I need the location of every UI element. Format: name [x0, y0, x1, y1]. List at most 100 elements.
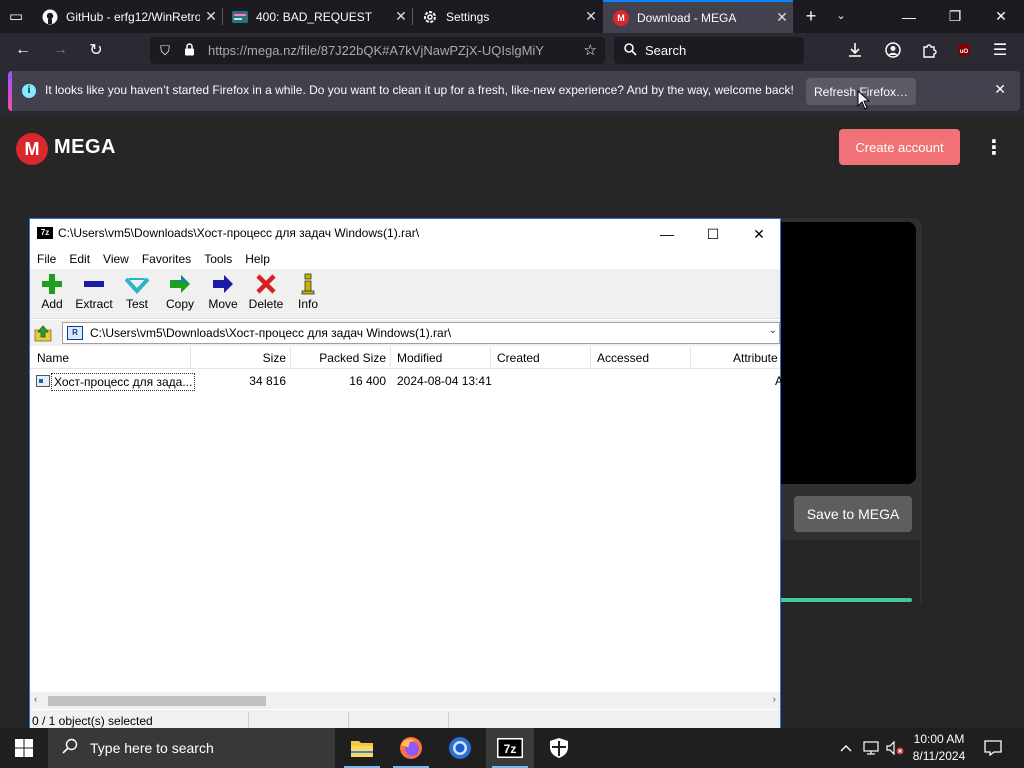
column-modified[interactable]: Modified: [397, 347, 442, 369]
column-attributes[interactable]: Attribute: [733, 347, 778, 369]
mega-brand[interactable]: MEGA: [54, 136, 116, 159]
info-icon: i: [22, 84, 36, 98]
tab-mega[interactable]: M Download - MEGA ✕: [603, 0, 793, 33]
address-field[interactable]: R C:\Users\vm5\Downloads\Хост-процесс дл…: [62, 322, 780, 344]
delete-button[interactable]: Delete: [244, 271, 288, 317]
file-preview: [770, 222, 916, 484]
tab-github[interactable]: GitHub - erfg12/WinRetro ✕: [32, 0, 222, 33]
reload-icon[interactable]: ↻: [83, 38, 109, 62]
minimize-icon[interactable]: —: [886, 0, 932, 33]
extract-button[interactable]: Extract: [72, 271, 116, 317]
column-accessed[interactable]: Accessed: [597, 347, 649, 369]
move-button[interactable]: Move: [201, 271, 245, 317]
column-name[interactable]: Name: [37, 347, 69, 369]
firefox-view-icon[interactable]: ▭: [6, 7, 26, 27]
chevron-up-icon[interactable]: [836, 728, 856, 768]
column-divider[interactable]: [390, 347, 391, 369]
url-bar[interactable]: ⛉ https://mega.nz/file/87J22bQK#A7kVjNaw…: [150, 37, 605, 64]
new-tab-icon[interactable]: +: [801, 5, 821, 27]
copy-button[interactable]: Copy: [158, 271, 202, 317]
window-titlebar[interactable]: 7z C:\Users\vm5\Downloads\Хост-процесс д…: [30, 219, 780, 249]
taskbar: Type here to search 7z 10:00 AM 8/11/202…: [0, 728, 1024, 768]
column-created[interactable]: Created: [497, 347, 540, 369]
file-explorer-icon[interactable]: [338, 728, 386, 768]
column-divider[interactable]: [490, 347, 491, 369]
close-icon[interactable]: ✕: [994, 81, 1006, 98]
column-size[interactable]: Size: [190, 347, 286, 369]
shield-icon[interactable]: ⛉: [156, 43, 174, 59]
create-account-button[interactable]: Create account: [839, 129, 960, 165]
restore-icon[interactable]: ❐: [932, 0, 978, 33]
test-button[interactable]: Test: [115, 271, 159, 317]
taskbar-search-box[interactable]: Type here to search: [48, 728, 335, 768]
scroll-left-icon[interactable]: ‹: [34, 694, 37, 705]
search-bar[interactable]: Search: [614, 37, 804, 64]
column-divider[interactable]: [690, 347, 691, 369]
delete-x-icon: [244, 271, 288, 297]
tab-title: Download - MEGA: [637, 10, 737, 25]
move-arrow-icon: [201, 271, 245, 297]
svg-text:uO: uO: [960, 49, 969, 55]
column-divider[interactable]: [590, 347, 591, 369]
mega-icon: M: [613, 9, 629, 26]
close-tab-icon[interactable]: ✕: [390, 8, 412, 25]
bookmark-star-icon[interactable]: ☆: [584, 41, 597, 59]
close-window-icon[interactable]: ✕: [978, 0, 1024, 33]
column-packed-size[interactable]: Packed Size: [290, 347, 386, 369]
menu-edit[interactable]: Edit: [69, 252, 90, 266]
tab-settings[interactable]: Settings ✕: [412, 0, 602, 33]
add-button[interactable]: Add: [30, 271, 74, 317]
move-label: Move: [208, 297, 238, 311]
firefox-icon[interactable]: [387, 728, 435, 768]
menu-view[interactable]: View: [103, 252, 129, 266]
toolbar: Add Extract Test Copy Move Delete Info: [30, 269, 780, 319]
volume-muted-icon[interactable]: [884, 728, 906, 768]
menu-file[interactable]: File: [37, 252, 56, 266]
extensions-icon[interactable]: [916, 38, 942, 62]
search-icon: [624, 42, 637, 59]
more-menu-icon[interactable]: ⋮: [984, 136, 1004, 160]
chevron-down-icon[interactable]: ⌄: [769, 325, 777, 336]
selection-status: 0 / 1 object(s) selected: [32, 714, 153, 728]
forward-icon[interactable]: →: [47, 38, 73, 62]
tab-bad-request[interactable]: 400: BAD_REQUEST ✕: [222, 0, 412, 33]
ublock-origin-icon[interactable]: uO: [951, 38, 977, 62]
save-to-mega-button[interactable]: Save to MEGA: [794, 496, 912, 532]
security-icon[interactable]: [535, 728, 583, 768]
mega-logo[interactable]: M: [16, 133, 48, 165]
menu-favorites[interactable]: Favorites: [142, 252, 191, 266]
close-tab-icon[interactable]: ✕: [580, 8, 602, 25]
system-clock[interactable]: 10:00 AM 8/11/2024: [905, 731, 973, 765]
browser-nav-bar: ← → ↻ ⛉ https://mega.nz/file/87J22bQK#A7…: [0, 33, 1024, 67]
hamburger-menu-icon[interactable]: ☰: [987, 38, 1013, 62]
back-icon[interactable]: ←: [10, 38, 36, 62]
folder-up-icon[interactable]: [34, 324, 52, 342]
windows-start-icon[interactable]: [0, 728, 48, 768]
menu-tools[interactable]: Tools: [204, 252, 232, 266]
download-progress-bar: [780, 598, 912, 602]
close-tab-icon[interactable]: ✕: [771, 9, 793, 26]
minimize-icon[interactable]: —: [644, 219, 690, 249]
menu-help[interactable]: Help: [245, 252, 270, 266]
7zip-app-icon[interactable]: 7z: [37, 227, 53, 239]
horizontal-scrollbar[interactable]: ‹ ›: [30, 692, 780, 709]
info-button[interactable]: Info: [286, 271, 330, 317]
address-row: R C:\Users\vm5\Downloads\Хост-процесс дл…: [30, 320, 780, 346]
lock-icon[interactable]: [180, 42, 198, 59]
close-window-icon[interactable]: ✕: [736, 219, 782, 249]
downloads-icon[interactable]: [842, 38, 868, 62]
account-icon[interactable]: [880, 38, 906, 62]
network-icon[interactable]: [860, 728, 882, 768]
chevron-down-icon[interactable]: ⌄: [832, 5, 850, 27]
chrome-icon[interactable]: [436, 728, 484, 768]
notification-center-icon[interactable]: [978, 728, 1008, 768]
close-tab-icon[interactable]: ✕: [200, 8, 222, 25]
scrollbar-thumb[interactable]: [48, 696, 266, 706]
scroll-right-icon[interactable]: ›: [773, 694, 776, 705]
file-icon: [36, 375, 50, 387]
maximize-icon[interactable]: ☐: [690, 219, 736, 249]
list-item[interactable]: Хост-процесс для зада... 34 816 16 400 2…: [30, 371, 783, 391]
7zip-icon[interactable]: 7z: [486, 728, 534, 768]
copy-arrow-icon: [158, 271, 202, 297]
menu-bar: File Edit View Favorites Tools Help: [30, 249, 780, 269]
